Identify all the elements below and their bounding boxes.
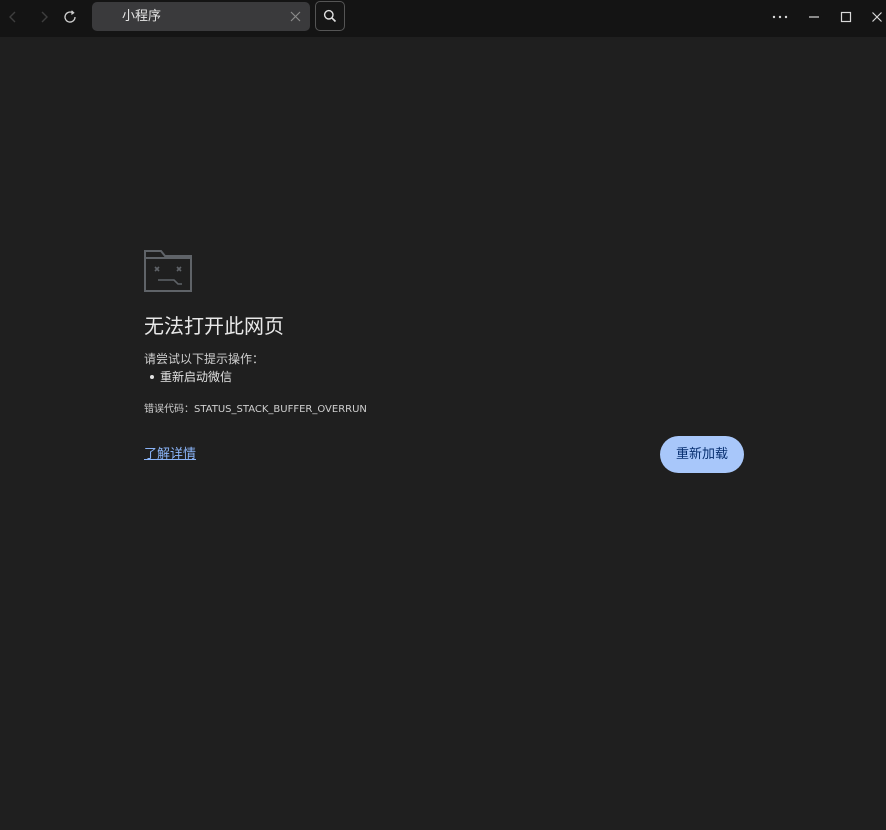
sad-folder-icon — [144, 250, 192, 292]
address-text: 小程序 — [122, 9, 162, 24]
suggestion-heading: 请尝试以下提示操作： — [144, 352, 265, 366]
maximize-icon — [840, 11, 852, 23]
back-button[interactable] — [2, 6, 24, 28]
maximize-button[interactable] — [835, 6, 857, 28]
error-title: 无法打开此网页 — [144, 314, 284, 338]
error-code: 错误代码：STATUS_STACK_BUFFER_OVERRUN — [144, 404, 367, 415]
address-bar[interactable]: 小程序 — [92, 2, 310, 31]
search-button[interactable] — [315, 1, 345, 31]
suggestion-list: 重新启动微信 — [144, 370, 232, 384]
reload-icon-button[interactable] — [59, 6, 81, 28]
minimize-button[interactable] — [803, 6, 825, 28]
chevron-left-icon — [9, 11, 16, 23]
close-icon — [872, 12, 882, 22]
browser-toolbar: 小程序 — [0, 0, 886, 37]
search-icon — [323, 9, 337, 23]
suggestion-item: 重新启动微信 — [144, 370, 232, 384]
clear-icon[interactable] — [290, 11, 301, 22]
bullet-icon — [150, 375, 154, 379]
more-button[interactable] — [769, 6, 791, 28]
suggestion-text: 重新启动微信 — [160, 370, 233, 384]
minimize-icon — [809, 16, 819, 18]
reload-button[interactable]: 重新加载 — [660, 436, 744, 473]
more-horizontal-icon — [772, 15, 788, 19]
close-button[interactable] — [866, 6, 886, 28]
learn-more-link[interactable]: 了解详情 — [144, 447, 196, 462]
forward-button[interactable] — [33, 6, 55, 28]
refresh-icon — [64, 10, 76, 23]
chevron-right-icon — [41, 11, 48, 23]
